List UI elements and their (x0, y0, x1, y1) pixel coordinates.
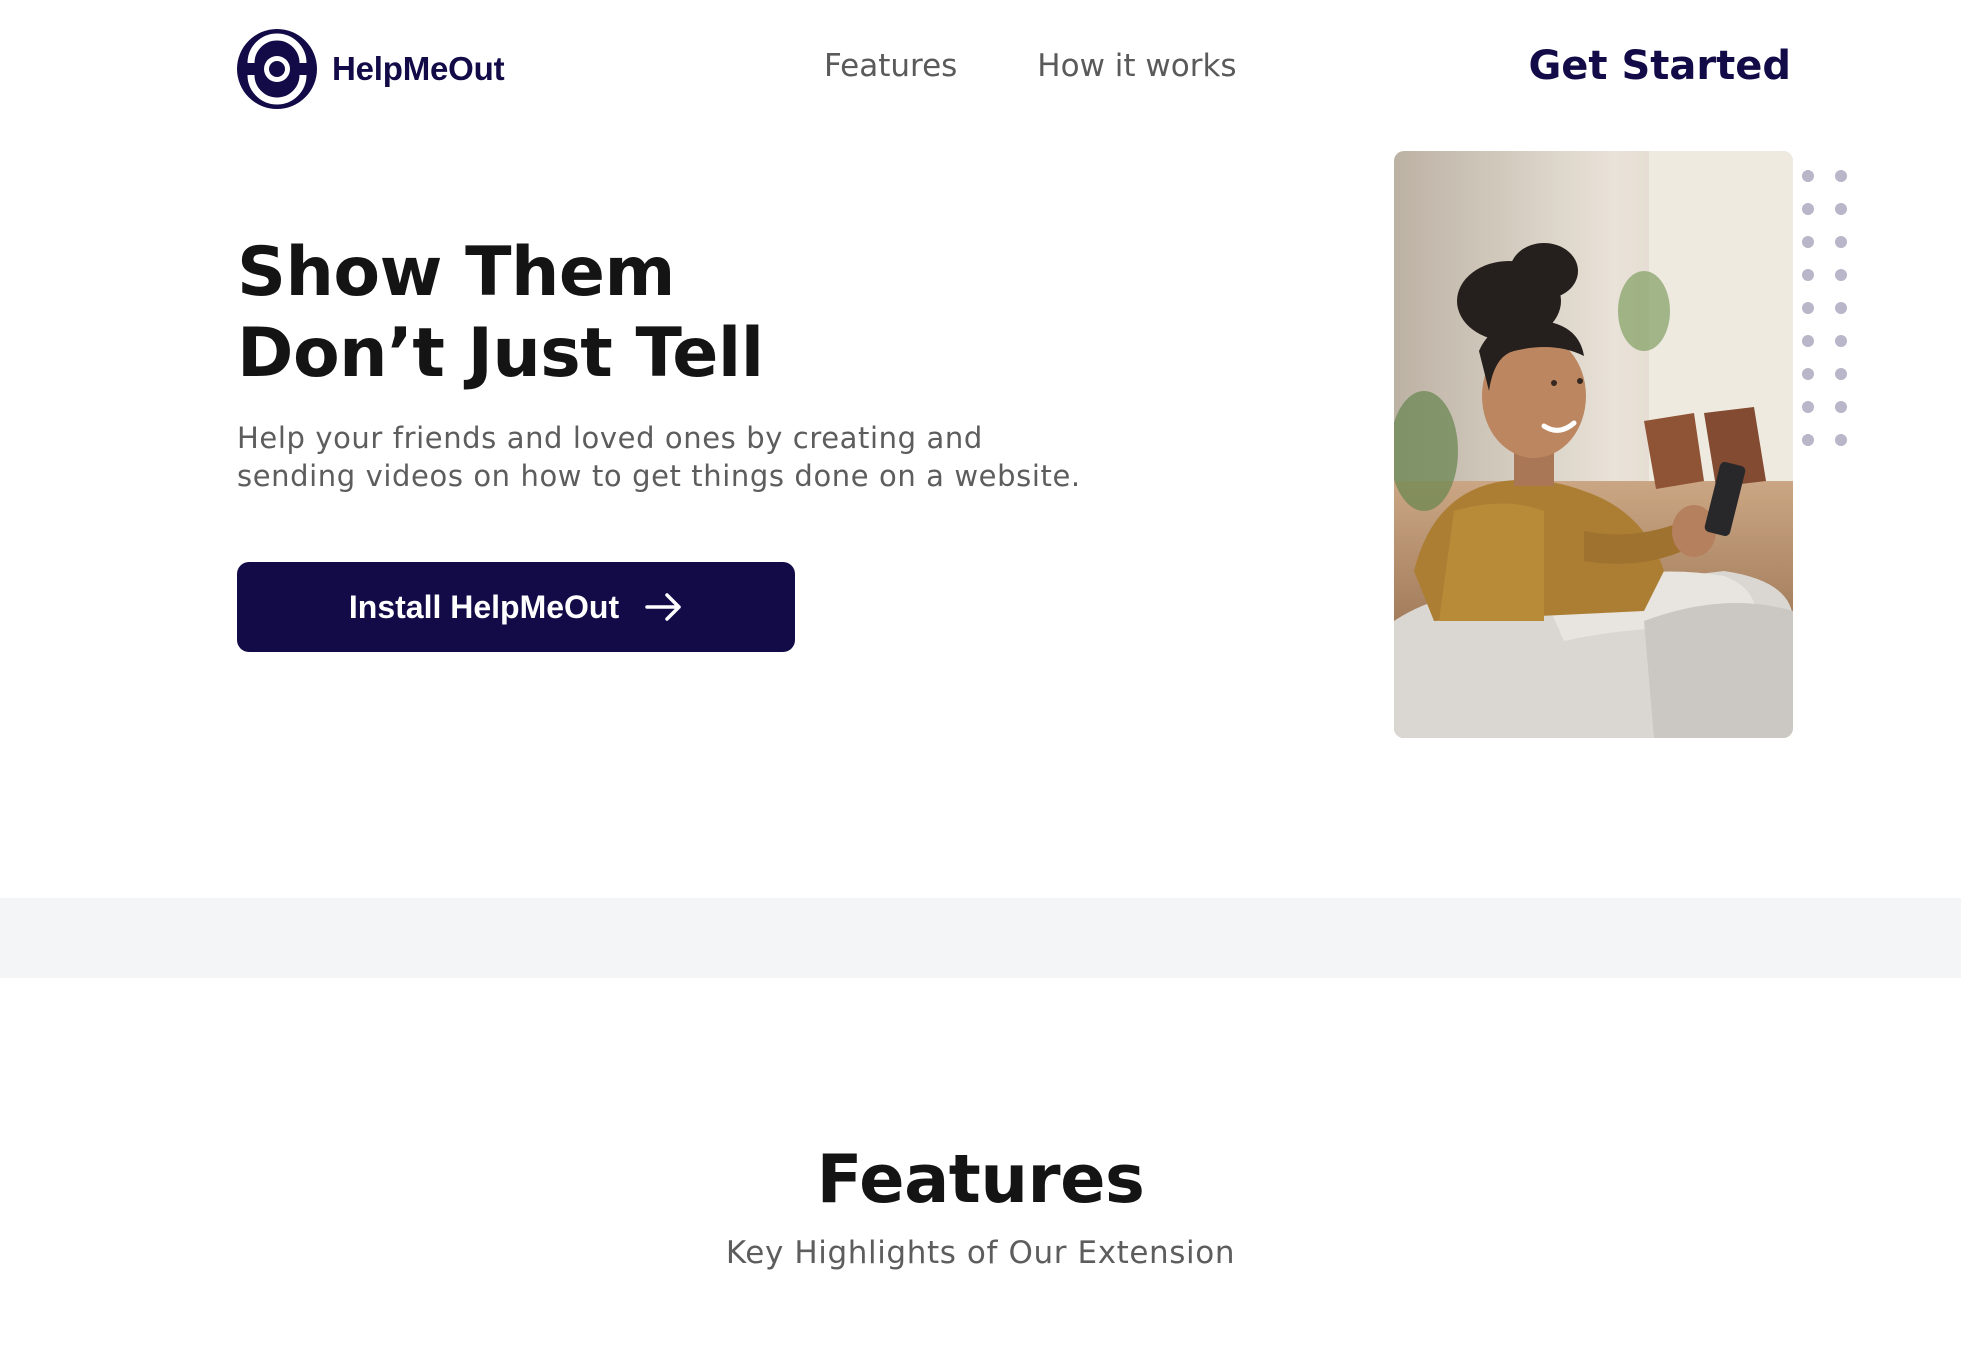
hero-title-line-1: Show Them (237, 233, 675, 312)
install-button-label: Install HelpMeOut (348, 588, 620, 625)
features-subtitle: Key Highlights of Our Extension (725, 1235, 1236, 1271)
section-divider-band (0, 898, 1961, 978)
nav-link-how-it-works[interactable]: How it works (1037, 48, 1236, 84)
brand[interactable]: HelpMeOut (237, 29, 505, 109)
hero-image-illustration (1394, 151, 1793, 738)
hero-subtitle-line-1: Help your friends and loved ones by crea… (237, 421, 983, 455)
install-button[interactable]: Install HelpMeOut (237, 562, 795, 652)
arrow-right-icon (645, 593, 681, 621)
helpmeout-logo-icon (237, 29, 317, 109)
get-started-link[interactable]: Get Started (1528, 43, 1791, 89)
main-nav: Features How it works (824, 48, 1237, 84)
hero-subtitle-line-2: sending videos on how to get things done… (237, 459, 1081, 493)
hero-subtitle: Help your friends and loved ones by crea… (237, 419, 1137, 495)
brand-name: HelpMeOut (332, 50, 505, 87)
hero-image (1394, 151, 1793, 738)
hero-title-line-2: Don’t Just Tell (237, 314, 764, 393)
landing-page: HelpMeOut Features How it works Get Star… (0, 0, 1961, 1345)
nav-link-features[interactable]: Features (824, 48, 957, 84)
decorative-dot-grid (1802, 170, 1847, 446)
hero-title: Show Them Don’t Just Tell (237, 232, 764, 394)
features-title: Features (816, 1140, 1145, 1218)
